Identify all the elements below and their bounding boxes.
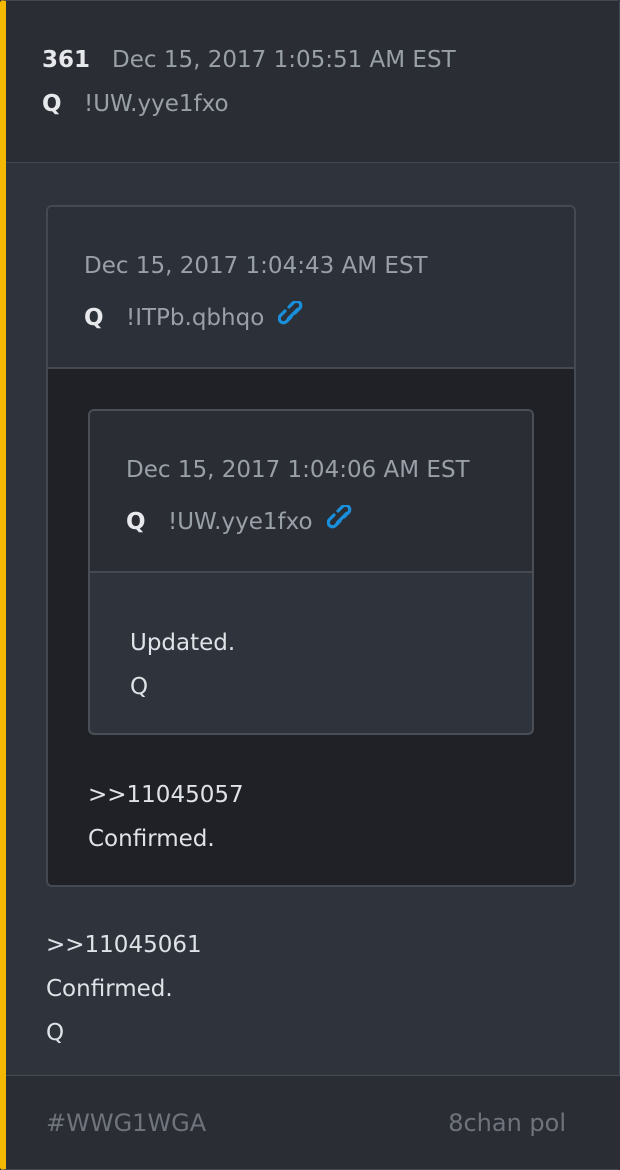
post-meta-row: 361 Dec 15, 2017 1:05:51 AM EST xyxy=(42,47,619,91)
post-card: 361 Dec 15, 2017 1:05:51 AM EST Q !UW.yy… xyxy=(0,0,620,1170)
nested-quoted-post: Dec 15, 2017 1:04:06 AM EST Q !UW.yye1fx… xyxy=(88,409,534,735)
link-icon[interactable] xyxy=(277,299,308,329)
quoted-post-tripcode: !ITPb.qbhqo xyxy=(126,305,265,331)
nested-quoted-post-body: Updated. Q xyxy=(90,573,532,709)
nested-quoted-text-line: Q xyxy=(130,674,149,700)
quoted-post-date-row: Dec 15, 2017 1:04:43 AM EST xyxy=(84,253,574,297)
post-text-line: Confirmed. xyxy=(46,976,173,1002)
post-tripcode: !UW.yye1fxo xyxy=(84,91,229,117)
post-body: Dec 15, 2017 1:04:43 AM EST Q !ITPb.qbhq… xyxy=(6,163,619,1075)
nested-quoted-post-author: Q xyxy=(126,509,146,535)
post-text-line: Q xyxy=(46,1020,65,1046)
post-footer: #WWG1WGA 8chan pol xyxy=(6,1075,620,1169)
nested-quoted-text-line: Updated. xyxy=(130,630,236,656)
quoted-post-author-row: Q !ITPb.qbhqo xyxy=(84,297,574,341)
quoted-reply-link[interactable]: >>11045057 xyxy=(88,773,534,817)
nested-quoted-post-header: Dec 15, 2017 1:04:06 AM EST Q !UW.yye1fx… xyxy=(90,411,532,573)
post-number[interactable]: 361 xyxy=(42,47,90,73)
quoted-post-body: Dec 15, 2017 1:04:06 AM EST Q !UW.yye1fx… xyxy=(48,369,574,861)
quoted-post-author: Q xyxy=(84,305,104,331)
hashtag[interactable]: #WWG1WGA xyxy=(46,1109,206,1137)
link-icon[interactable] xyxy=(326,503,357,533)
post-header: 361 Dec 15, 2017 1:05:51 AM EST Q !UW.yy… xyxy=(6,1,619,163)
nested-quoted-post-date: Dec 15, 2017 1:04:06 AM EST xyxy=(126,457,470,483)
post-date: Dec 15, 2017 1:05:51 AM EST xyxy=(112,47,456,73)
nested-quoted-post-tripcode: !UW.yye1fxo xyxy=(168,509,313,535)
post-author-row: Q !UW.yye1fxo xyxy=(42,91,619,135)
quoted-post-text: >>11045057 Confirmed. xyxy=(88,773,534,861)
quoted-post: Dec 15, 2017 1:04:43 AM EST Q !ITPb.qbhq… xyxy=(46,205,576,887)
quoted-text-line: Confirmed. xyxy=(88,826,215,852)
quoted-post-header: Dec 15, 2017 1:04:43 AM EST Q !ITPb.qbhq… xyxy=(48,207,574,369)
nested-quoted-post-author-row: Q !UW.yye1fxo xyxy=(126,501,532,545)
nested-quoted-post-date-row: Dec 15, 2017 1:04:06 AM EST xyxy=(126,457,532,501)
post-author: Q xyxy=(42,91,62,117)
post-text: >>11045061 Confirmed. Q xyxy=(46,923,577,1055)
quoted-post-date: Dec 15, 2017 1:04:43 AM EST xyxy=(84,253,428,279)
source-label: 8chan pol xyxy=(448,1108,566,1137)
post-reply-link[interactable]: >>11045061 xyxy=(46,923,577,967)
